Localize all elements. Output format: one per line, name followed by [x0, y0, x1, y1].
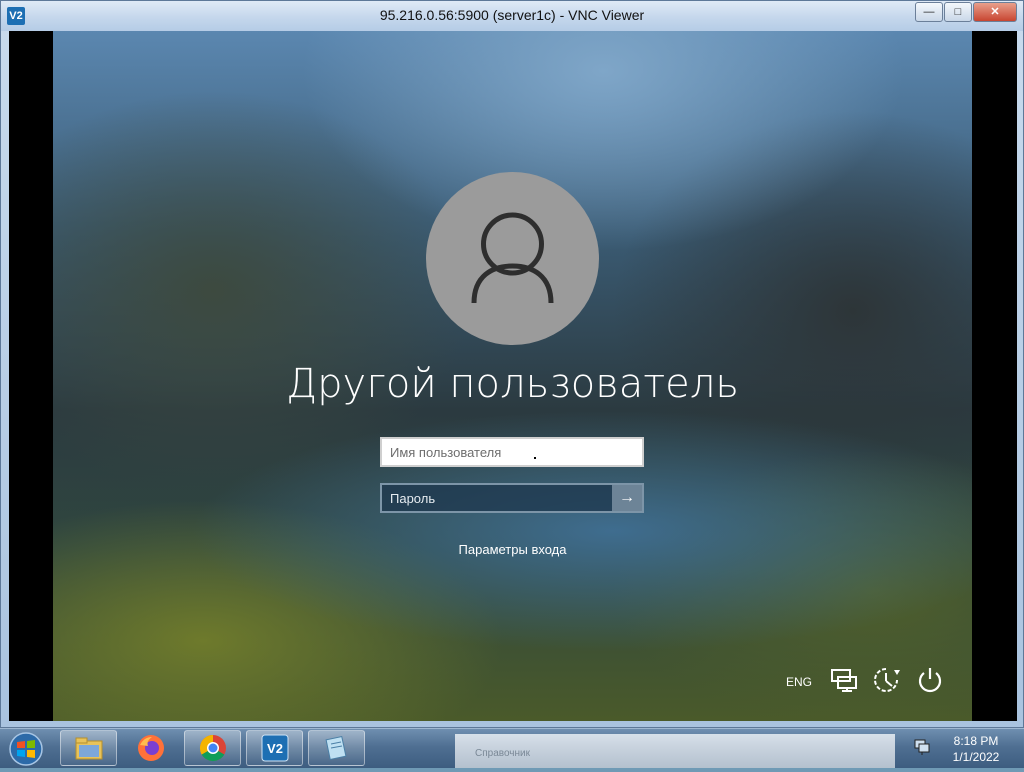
clock-time: 8:18 PM — [953, 734, 999, 748]
username-field[interactable] — [380, 437, 644, 467]
user-avatar — [426, 172, 599, 345]
notepad-app-icon — [325, 735, 346, 761]
close-button[interactable]: ✕ — [973, 2, 1017, 22]
vnc-viewer-icon: V2 — [261, 734, 288, 762]
user-avatar-icon — [471, 212, 554, 304]
signin-options-link[interactable]: Параметры входа — [53, 542, 972, 557]
background-window-preview: Справочник — [455, 734, 895, 768]
maximize-button[interactable]: □ — [944, 2, 972, 22]
remote-viewport[interactable]: Другой пользователь → Параметры входа EN… — [9, 31, 1017, 721]
language-indicator[interactable]: ENG — [786, 675, 812, 689]
minimize-button[interactable]: — — [915, 2, 943, 22]
password-field[interactable]: → — [380, 483, 644, 513]
firefox-logo-icon — [137, 735, 164, 761]
accessibility-icon[interactable] — [872, 666, 902, 699]
arrow-right-icon[interactable]: → — [612, 485, 642, 511]
taskbar-clock[interactable]: 8:18 PM 1/1/2022 — [940, 733, 1012, 765]
chrome-logo-icon — [199, 734, 226, 762]
vnc-viewer-taskbar-button[interactable]: V2 — [246, 730, 303, 766]
clock-date: 1/1/2022 — [952, 750, 1000, 764]
background-window-label: Справочник — [475, 748, 530, 759]
window-title: 95.216.0.56:5900 (server1c) - VNC Viewer — [379, 7, 645, 23]
window-controls: — □ ✕ — [914, 2, 1017, 22]
vnc-viewer-window: V2 95.216.0.56:5900 (server1c) - VNC Vie… — [0, 0, 1024, 728]
tray-network-icon[interactable] — [913, 738, 931, 761]
windows-start-icon[interactable] — [6, 731, 46, 767]
svg-text:V2: V2 — [267, 741, 283, 756]
power-icon[interactable] — [916, 666, 944, 699]
lockscreen-tray: ENG — [786, 664, 958, 700]
notepad-icon[interactable] — [308, 730, 365, 766]
file-explorer-icon[interactable] — [60, 730, 117, 766]
user-name-heading: Другой пользователь — [286, 361, 739, 407]
text-caret — [534, 457, 536, 459]
folder-icon — [75, 737, 102, 760]
password-input[interactable] — [382, 485, 614, 511]
username-input[interactable] — [382, 439, 642, 465]
network-icon[interactable] — [830, 668, 858, 697]
chrome-icon[interactable] — [184, 730, 241, 766]
firefox-icon[interactable] — [122, 730, 179, 766]
title-bar[interactable]: V2 95.216.0.56:5900 (server1c) - VNC Vie… — [1, 1, 1023, 31]
remote-login-screen: Другой пользователь → Параметры входа EN… — [53, 31, 972, 721]
